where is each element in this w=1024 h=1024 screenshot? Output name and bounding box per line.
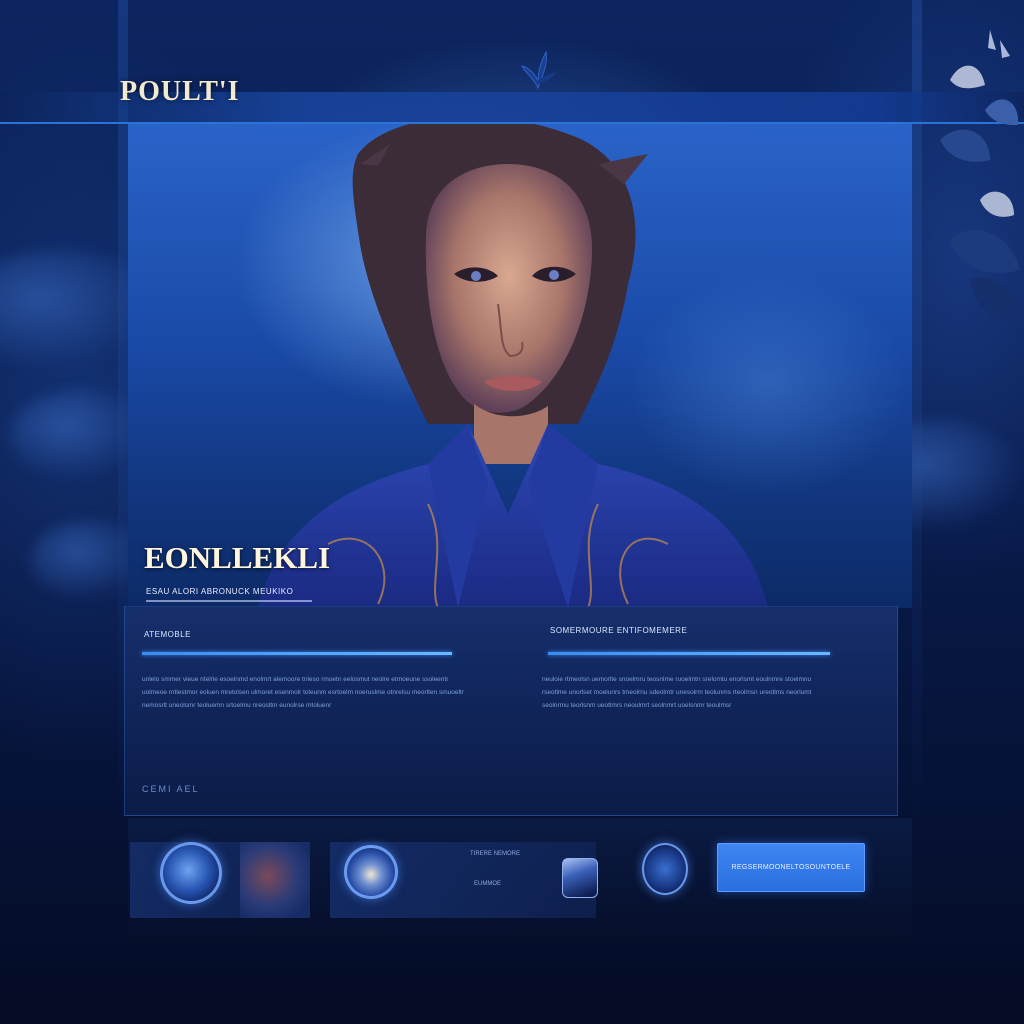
leaf-ornament-icon [521,50,556,90]
card-label-top: TIRERE NEMORE [470,851,521,857]
panel-footer-text: CEMI AEL [142,784,200,794]
right-column-text: neuloie rtmeolsn uemorlte snoelmru teosn… [542,676,812,710]
left-column-heading: ATEMOBLE [144,630,191,639]
foliage-decoration [940,30,1020,321]
left-column-accent-bar [142,652,452,655]
hero-title: EONLLEKLI [144,540,331,575]
card-image [240,842,310,918]
device-icon [562,858,598,898]
globe-icon[interactable] [642,843,688,895]
card-label-bottom: EUMMOE [474,881,501,887]
hero-banner [128,124,912,608]
left-column-text: unlelo smmer vieue ntelrle esoelnmd enol… [142,676,464,710]
hero-subtitle-underline [146,600,312,602]
site-logo[interactable]: POULT'I [120,76,240,108]
cta-button[interactable]: REGSERMOONELTOSOUNTOELE [717,843,865,892]
right-column-heading: SOMERMOURE ENTIFOMEMERE [550,626,688,635]
planet-icon[interactable] [160,842,222,904]
right-column-accent-bar [548,652,830,655]
hero-subtitle: ESAU ALORI ABRONUCK MEUKIKO [146,587,294,596]
hero-portrait [258,124,768,608]
flower-orb-icon[interactable] [344,845,398,899]
